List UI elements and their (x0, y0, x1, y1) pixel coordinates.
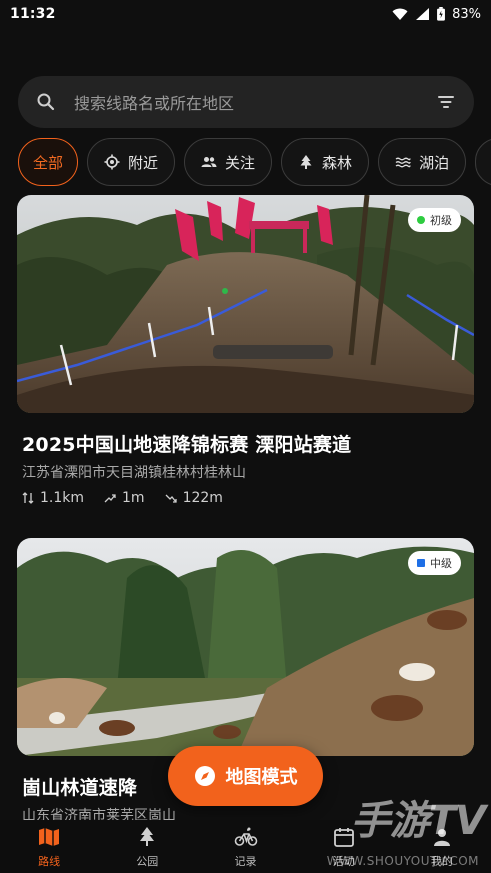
ascent-stat: 1m (104, 490, 145, 506)
chip-label: 全部 (33, 153, 64, 172)
distance-stat: 1.1km (22, 490, 84, 506)
map-icon (39, 827, 60, 846)
chip-label: 湖泊 (419, 153, 450, 172)
waves-icon (395, 157, 411, 168)
nav-label: 活动 (332, 854, 355, 868)
people-icon (201, 157, 217, 167)
difficulty-label: 中级 (430, 557, 452, 570)
route-location: 江苏省溧阳市天目湖镇桂林村桂林山 (22, 465, 246, 481)
filter-chips: 全部 附近 关注 森林 湖泊 (18, 138, 491, 186)
difficulty-dot (417, 216, 425, 224)
difficulty-square (417, 559, 425, 567)
descent-icon (165, 494, 177, 503)
chip-forest[interactable]: 森林 (281, 138, 370, 186)
chip-label: 关注 (225, 153, 256, 172)
chip-label: 附近 (128, 153, 159, 172)
nav-records[interactable]: 记录 (196, 820, 294, 873)
route-title[interactable]: 2025中国山地速降锦标赛 溧阳站赛道 (22, 430, 474, 457)
difficulty-badge: 中级 (408, 551, 461, 575)
calendar-icon (333, 827, 354, 847)
signal-icon (416, 8, 430, 20)
chip-mountain[interactable] (475, 138, 491, 186)
chip-lake[interactable]: 湖泊 (378, 138, 467, 186)
nav-routes[interactable]: 路线 (0, 820, 98, 873)
locate-icon (104, 154, 120, 170)
status-bar: 11:32 83% (0, 0, 491, 28)
nav-events[interactable]: 活动 (295, 820, 393, 873)
route-stats: 1.1km 1m 122m (22, 490, 474, 506)
route-card[interactable]: 初级 2025中国山地速降锦标赛 溧阳站赛道 江苏省溧阳市天目湖镇桂林村桂林山 … (17, 195, 474, 506)
ascent-value: 1m (122, 490, 145, 506)
chip-label: 森林 (322, 153, 353, 172)
status-icons: 83% (392, 7, 481, 22)
search-icon (37, 93, 55, 111)
route-photo-image (17, 538, 474, 756)
route-photo-image (17, 195, 474, 413)
distance-icon (22, 492, 34, 504)
status-time: 11:32 (10, 6, 56, 22)
descent-stat: 122m (165, 490, 223, 506)
nav-label: 路线 (38, 854, 61, 868)
chip-nearby[interactable]: 附近 (87, 138, 176, 186)
nav-label: 我的 (430, 854, 453, 868)
chip-all[interactable]: 全部 (18, 138, 79, 186)
bottom-nav: 路线 公园 记录 活动 我的 (0, 820, 491, 873)
nav-label: 记录 (234, 854, 257, 868)
wifi-icon (392, 8, 408, 20)
difficulty-label: 初级 (430, 214, 452, 227)
compass-icon (194, 766, 215, 786)
nav-parks[interactable]: 公园 (98, 820, 196, 873)
tree-icon (140, 826, 155, 846)
bike-icon (234, 827, 257, 846)
map-mode-button[interactable]: 地图模式 (168, 746, 323, 806)
nav-profile[interactable]: 我的 (393, 820, 491, 873)
chip-following[interactable]: 关注 (184, 138, 273, 186)
distance-value: 1.1km (40, 490, 85, 506)
ascent-icon (104, 494, 116, 503)
person-icon (433, 828, 450, 846)
search-bar[interactable]: 搜索线路名或所在地区 (18, 76, 474, 128)
search-input[interactable]: 搜索线路名或所在地区 (74, 90, 436, 114)
descent-value: 122m (182, 490, 223, 506)
battery-icon (437, 7, 446, 21)
route-photo[interactable]: 初级 (17, 195, 474, 413)
nav-label: 公园 (136, 854, 159, 868)
route-photo[interactable]: 中级 (17, 538, 474, 756)
filter-icon[interactable] (436, 92, 456, 112)
tree-icon (300, 155, 312, 169)
difficulty-badge: 初级 (408, 208, 461, 232)
battery-percent: 83% (452, 6, 481, 22)
map-mode-label: 地图模式 (225, 767, 298, 788)
